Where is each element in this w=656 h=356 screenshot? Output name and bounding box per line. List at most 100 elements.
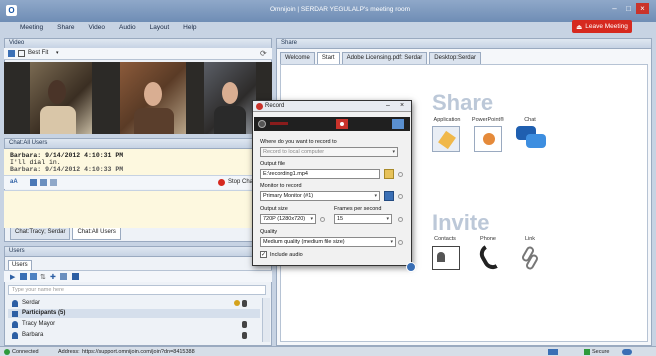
menu-meeting[interactable]: Meeting [20, 24, 43, 34]
chevron-down-icon: ▾ [310, 216, 313, 222]
quality-value: Medium quality (medium file size) [263, 239, 345, 245]
clear-chat-icon[interactable] [50, 179, 57, 186]
close-icon[interactable]: × [400, 102, 404, 109]
chevron-down-icon[interactable]: ▾ [56, 50, 59, 56]
chat-input[interactable] [4, 190, 272, 228]
monitor-label: Monitor to record [260, 183, 302, 189]
link-icon[interactable] [518, 244, 542, 272]
user-search-input[interactable]: Type your name here [8, 285, 266, 295]
participants-group[interactable]: Participants (5) [8, 309, 260, 318]
meeting-address[interactable]: https://support.omnijoin.com/join?dn=841… [82, 349, 195, 355]
monitor-icon[interactable] [384, 191, 394, 201]
output-file-input[interactable]: E:\recording1.mp4 [260, 169, 380, 179]
powerpoint-icon[interactable] [474, 126, 502, 152]
output-size-select[interactable]: 720P (1280x720) ▾ [260, 214, 316, 224]
maximize-icon[interactable]: □ [622, 3, 635, 14]
tab-chat-private[interactable]: Chat:Tracy; Serdar [10, 228, 71, 240]
pencil-icon [438, 130, 456, 150]
tab-welcome[interactable]: Welcome [280, 52, 315, 64]
best-fit-dropdown[interactable]: Best Fit [28, 50, 48, 56]
stop-chat-button[interactable]: Stop Cha [228, 179, 253, 185]
print-icon[interactable] [40, 179, 47, 186]
presenter-icon [234, 300, 240, 306]
help-icon[interactable] [398, 172, 403, 177]
mute-all-icon[interactable] [72, 273, 79, 280]
tab-chat-all-users[interactable]: Chat:All Users [72, 228, 121, 240]
fit-icon[interactable] [18, 50, 25, 57]
phone-icon[interactable] [476, 244, 500, 273]
help-icon[interactable] [398, 194, 403, 199]
microphone-icon[interactable] [242, 332, 247, 339]
microphone-icon[interactable] [242, 321, 247, 328]
help-icon[interactable] [320, 217, 325, 222]
minimize-icon[interactable]: – [608, 3, 621, 14]
group-icon [12, 311, 18, 317]
tab-adobe-licensing[interactable]: Adobe Licensing.pdf: Serdar [341, 52, 428, 64]
menu-share[interactable]: Share [57, 24, 74, 34]
close-icon[interactable]: × [636, 3, 649, 14]
users-panel-header: Users [5, 247, 271, 257]
handset-shape [476, 245, 498, 273]
bubble-front [526, 134, 546, 148]
record-button[interactable] [336, 119, 348, 129]
microphone-icon[interactable] [242, 300, 247, 307]
user-avatar-icon [12, 332, 18, 339]
help-icon[interactable] [398, 240, 403, 245]
save-chat-icon[interactable] [30, 179, 37, 186]
chat-tabs: Chat:Tracy; Serdar Chat:All Users [4, 228, 272, 240]
settings-button[interactable] [392, 119, 404, 129]
user-row-host[interactable]: Serdar [8, 298, 260, 308]
grid-icon[interactable] [20, 273, 27, 280]
tab-users[interactable]: Users [8, 260, 32, 270]
participant-video-1[interactable] [30, 62, 92, 134]
chat-message-text: I'll dial in. [10, 159, 61, 166]
chat-panel-header: Chat:All Users [5, 139, 271, 149]
help-icon[interactable] [398, 217, 403, 222]
font-size-icon[interactable]: aA [10, 179, 18, 185]
users-toolbar: ▶ ⇅ ✚ [4, 270, 272, 282]
sort-icon[interactable]: ⇅ [40, 273, 46, 281]
quality-label: Quality [260, 229, 278, 235]
record-title-icon [256, 103, 263, 110]
include-audio-checkbox[interactable]: ✓ [260, 251, 267, 258]
add-user-icon[interactable]: ✚ [50, 273, 56, 281]
connected-icon [4, 349, 10, 355]
folder-icon[interactable] [384, 169, 394, 179]
contacts-icon[interactable] [432, 246, 460, 270]
refresh-icon[interactable]: ⟳ [260, 49, 267, 58]
quality-select[interactable]: Medium quality (medium file size) ▾ [260, 237, 396, 247]
fps-label: Frames per second [334, 206, 382, 212]
fps-select[interactable]: 15 ▾ [334, 214, 392, 224]
participant-video-2[interactable] [120, 62, 186, 134]
menu-audio[interactable]: Audio [119, 24, 136, 34]
chat-bubble-icon[interactable] [516, 126, 546, 152]
tab-start[interactable]: Start [316, 52, 340, 64]
participant-face [144, 82, 162, 106]
chat-message-header: Barbara: 9/14/2012 4:10:31 PM [10, 152, 124, 159]
menu-video[interactable]: Video [88, 24, 105, 34]
output-size-value: 720P (1280x720) [263, 216, 306, 222]
chevron-down-icon: ▾ [390, 239, 393, 245]
share-powerpoint-label: PowerPoint® [471, 117, 505, 123]
info-badge-icon[interactable] [406, 262, 416, 272]
participant-video-3[interactable] [204, 62, 256, 134]
play-icon[interactable]: ▶ [10, 273, 15, 281]
leave-meeting-button[interactable]: ⏏ Leave Meeting [572, 20, 632, 33]
application-icon[interactable] [432, 126, 460, 152]
minimize-icon[interactable]: – [386, 102, 390, 109]
list-icon[interactable] [30, 273, 37, 280]
invite-contacts-label: Contacts [434, 236, 456, 242]
invite-icon[interactable] [60, 273, 67, 280]
menu-help[interactable]: Help [183, 24, 196, 34]
participant-face [48, 80, 66, 104]
record-location-select[interactable]: Record to local computer ▾ [260, 147, 398, 157]
users-scrollbar[interactable] [262, 298, 270, 342]
video-feeds [4, 62, 272, 134]
signal-icon [548, 349, 558, 355]
video-view-icon[interactable] [8, 50, 15, 57]
tab-desktop[interactable]: Desktop:Serdar [429, 52, 481, 64]
monitor-select[interactable]: Primary Monitor (#1) ▾ [260, 191, 380, 201]
menu-layout[interactable]: Layout [150, 24, 170, 34]
user-row-participant[interactable]: Tracy Mayor [8, 319, 260, 329]
user-row-participant[interactable]: Barbara [8, 330, 260, 340]
